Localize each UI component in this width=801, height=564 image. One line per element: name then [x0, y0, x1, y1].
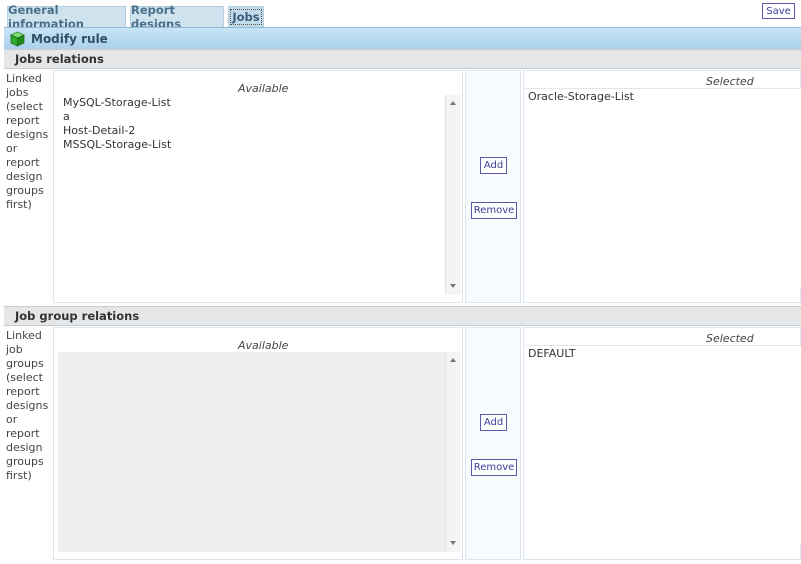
list-item[interactable]: MySQL-Storage-List	[63, 96, 171, 110]
jobs-add-button[interactable]: Add	[480, 157, 507, 174]
list-item[interactable]: a	[63, 110, 171, 124]
jobs-relations-header: Jobs relations	[4, 49, 801, 69]
job-groups-available-header: Available	[238, 339, 289, 352]
scroll-down-icon[interactable]	[450, 284, 456, 288]
jobs-available-listbox[interactable]: MySQL-Storage-List a Host-Detail-2 MSSQL…	[58, 95, 445, 295]
job-group-relations-header: Job group relations	[4, 306, 801, 326]
jobs-available-header: Available	[238, 82, 289, 95]
job-groups-remove-button[interactable]: Remove	[471, 459, 517, 476]
job-group-relations-title: Job group relations	[15, 309, 140, 323]
job-groups-selected-listbox[interactable]: DEFAULT	[525, 345, 801, 544]
rule-title: Modify rule	[31, 32, 108, 46]
jobs-remove-button[interactable]: Remove	[471, 202, 517, 219]
jobs-selected-header: Selected	[706, 75, 754, 88]
green-cube-icon	[10, 31, 25, 47]
job-groups-available-scrollbar[interactable]	[445, 352, 461, 552]
jobs-relations-title: Jobs relations	[15, 52, 104, 66]
tab-report-designs[interactable]: Report designs	[130, 3, 224, 31]
save-button[interactable]: Save	[762, 3, 795, 19]
job-groups-action-panel	[465, 327, 521, 560]
job-groups-add-button[interactable]: Add	[480, 414, 507, 431]
tab-general-information[interactable]: General information	[7, 3, 126, 31]
linked-job-groups-label: Linked job groups (select report designs…	[6, 329, 49, 482]
list-item[interactable]: Host-Detail-2	[63, 124, 171, 138]
linked-jobs-label: Linked jobs (select report designs or re…	[6, 72, 49, 211]
tab-jobs-label: Jobs	[230, 9, 262, 25]
scroll-up-icon[interactable]	[450, 358, 456, 362]
jobs-selected-listbox[interactable]: Oracle-Storage-List	[525, 88, 801, 287]
jobs-action-panel	[465, 70, 521, 303]
scroll-up-icon[interactable]	[450, 101, 456, 105]
list-item[interactable]: DEFAULT	[528, 347, 576, 361]
job-groups-selected-header: Selected	[706, 332, 754, 345]
job-groups-available-listbox[interactable]	[58, 352, 445, 552]
tab-jobs[interactable]: Jobs	[228, 6, 264, 28]
list-item[interactable]: MSSQL-Storage-List	[63, 138, 171, 152]
list-item[interactable]: Oracle-Storage-List	[528, 90, 634, 104]
jobs-available-scrollbar[interactable]	[445, 95, 461, 295]
scroll-down-icon[interactable]	[450, 541, 456, 545]
rule-header: Modify rule	[4, 27, 801, 50]
